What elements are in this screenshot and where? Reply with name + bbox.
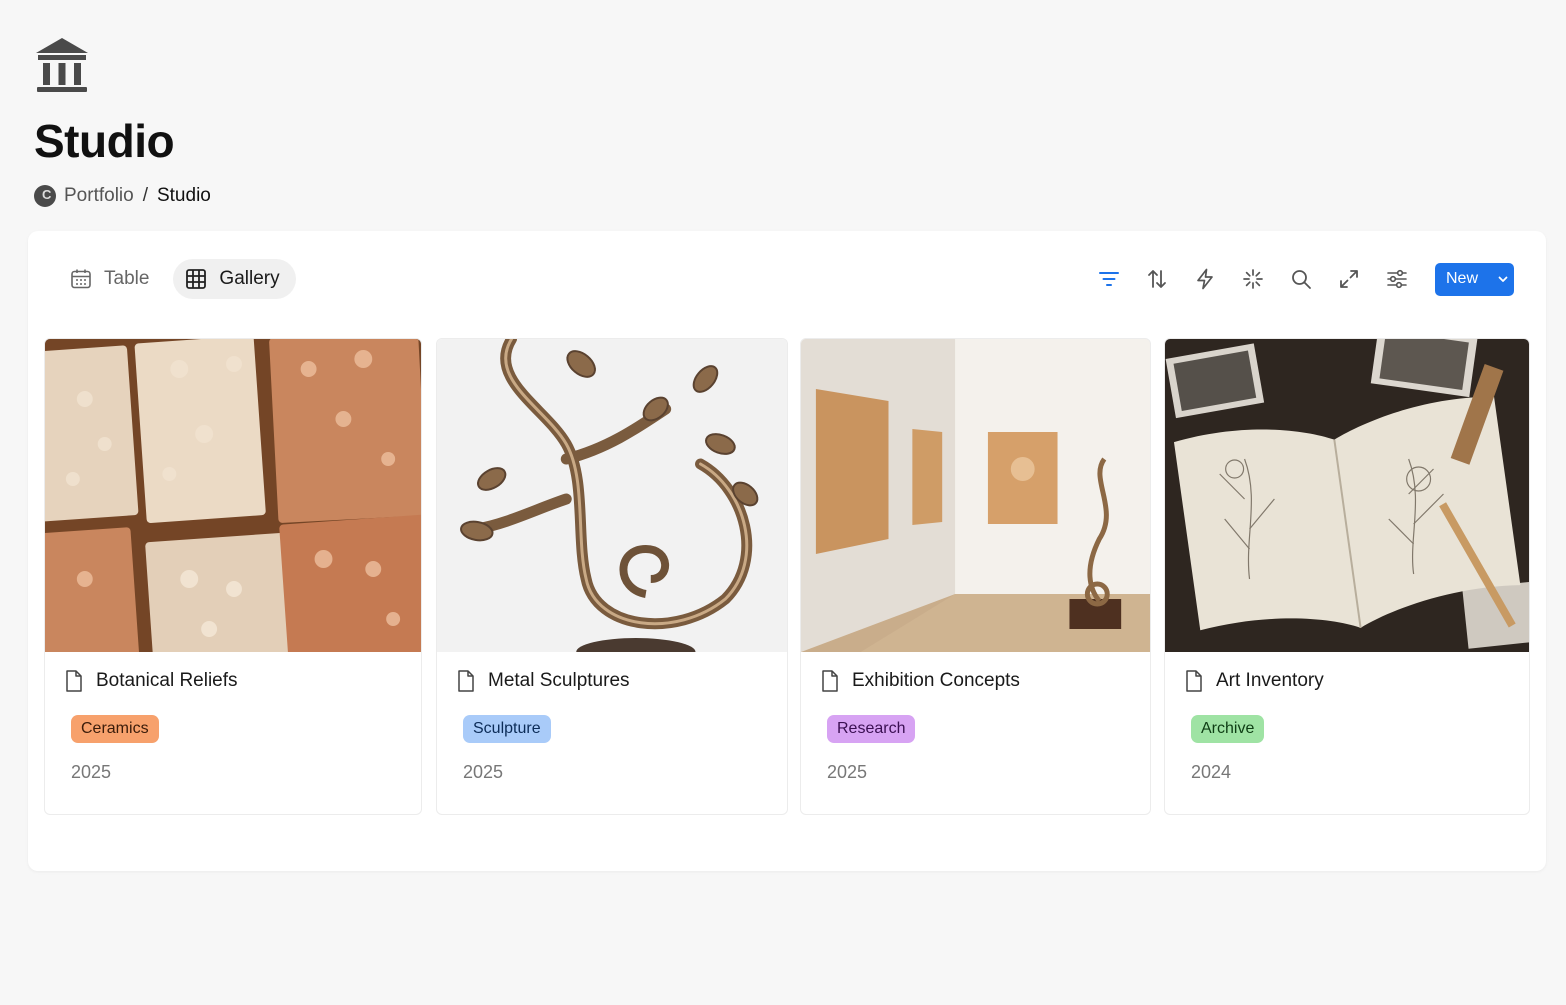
automation-button[interactable] [1181, 262, 1229, 296]
filter-button[interactable] [1085, 262, 1133, 296]
gallery-card[interactable]: Exhibition Concepts Research 2025 [800, 338, 1151, 815]
new-button[interactable]: New [1435, 262, 1514, 296]
document-icon [66, 670, 82, 692]
card-year: 2025 [463, 762, 504, 782]
card-cover-image [1165, 339, 1529, 652]
card-tag: Archive [1191, 715, 1265, 743]
card-title: Exhibition Concepts [852, 670, 1020, 691]
card-tag: Sculpture [463, 715, 551, 743]
automation-bolt-icon [1197, 268, 1213, 290]
document-icon [822, 670, 838, 692]
ai-sparkle-icon [1243, 269, 1263, 289]
document-icon [1186, 670, 1202, 692]
card-title-row: Exhibition Concepts [820, 669, 1020, 693]
toolbar: New [1085, 262, 1514, 296]
gallery-card[interactable]: Metal Sculptures Sculpture 2025 [436, 338, 788, 815]
card-title-row: Botanical Reliefs [64, 669, 238, 693]
card-cover-image [801, 339, 1150, 652]
card-title: Botanical Reliefs [96, 670, 238, 691]
tab-table-label: Table [104, 268, 150, 289]
card-title: Art Inventory [1216, 670, 1324, 691]
view-tabs: Table Gallery [58, 259, 296, 299]
document-icon [458, 670, 474, 692]
calendar-table-icon [71, 269, 91, 289]
card-year: 2025 [827, 762, 868, 782]
card-title-row: Metal Sculptures [456, 669, 630, 693]
museum-building-icon [34, 36, 90, 94]
card-cover-image [45, 339, 421, 652]
gallery-card[interactable]: Botanical Reliefs Ceramics 2025 [44, 338, 422, 815]
tab-table[interactable]: Table [58, 259, 165, 299]
card-tag: Ceramics [71, 715, 159, 743]
card-year: 2024 [1191, 762, 1232, 782]
database-panel: Table Gallery New Botanical Reliefs Cera… [28, 231, 1546, 871]
new-button-label: New [1446, 270, 1479, 287]
card-year: 2025 [71, 762, 112, 782]
breadcrumb: Portfolio / Studio [34, 183, 211, 209]
breadcrumb-separator: / [142, 185, 148, 206]
card-title-row: Art Inventory [1184, 669, 1324, 693]
card-title: Metal Sculptures [488, 670, 630, 691]
breadcrumb-current[interactable]: Studio [157, 185, 211, 207]
view-settings-button[interactable] [1373, 262, 1421, 296]
expand-button[interactable] [1325, 262, 1373, 296]
tab-gallery[interactable]: Gallery [173, 259, 296, 299]
search-button[interactable] [1277, 262, 1325, 296]
page-title: Studio [34, 115, 175, 167]
page: Studio Portfolio / Studio Table [0, 0, 1566, 1005]
card-tag: Research [827, 715, 916, 743]
settings-sliders-icon [1387, 269, 1407, 289]
ai-button[interactable] [1229, 262, 1277, 296]
tab-gallery-label: Gallery [219, 268, 280, 289]
search-icon [1292, 270, 1311, 289]
sort-button[interactable] [1133, 262, 1181, 296]
filter-icon [1099, 272, 1119, 286]
breadcrumb-parent-link[interactable]: Portfolio [64, 185, 134, 207]
chevron-down-icon[interactable] [1491, 273, 1514, 285]
gallery-card[interactable]: Art Inventory Archive 2024 [1164, 338, 1530, 815]
sort-icon [1148, 270, 1166, 288]
workspace-avatar-icon [34, 185, 56, 207]
expand-icon [1340, 270, 1358, 288]
grid-icon [186, 269, 207, 289]
card-cover-image [437, 339, 787, 652]
